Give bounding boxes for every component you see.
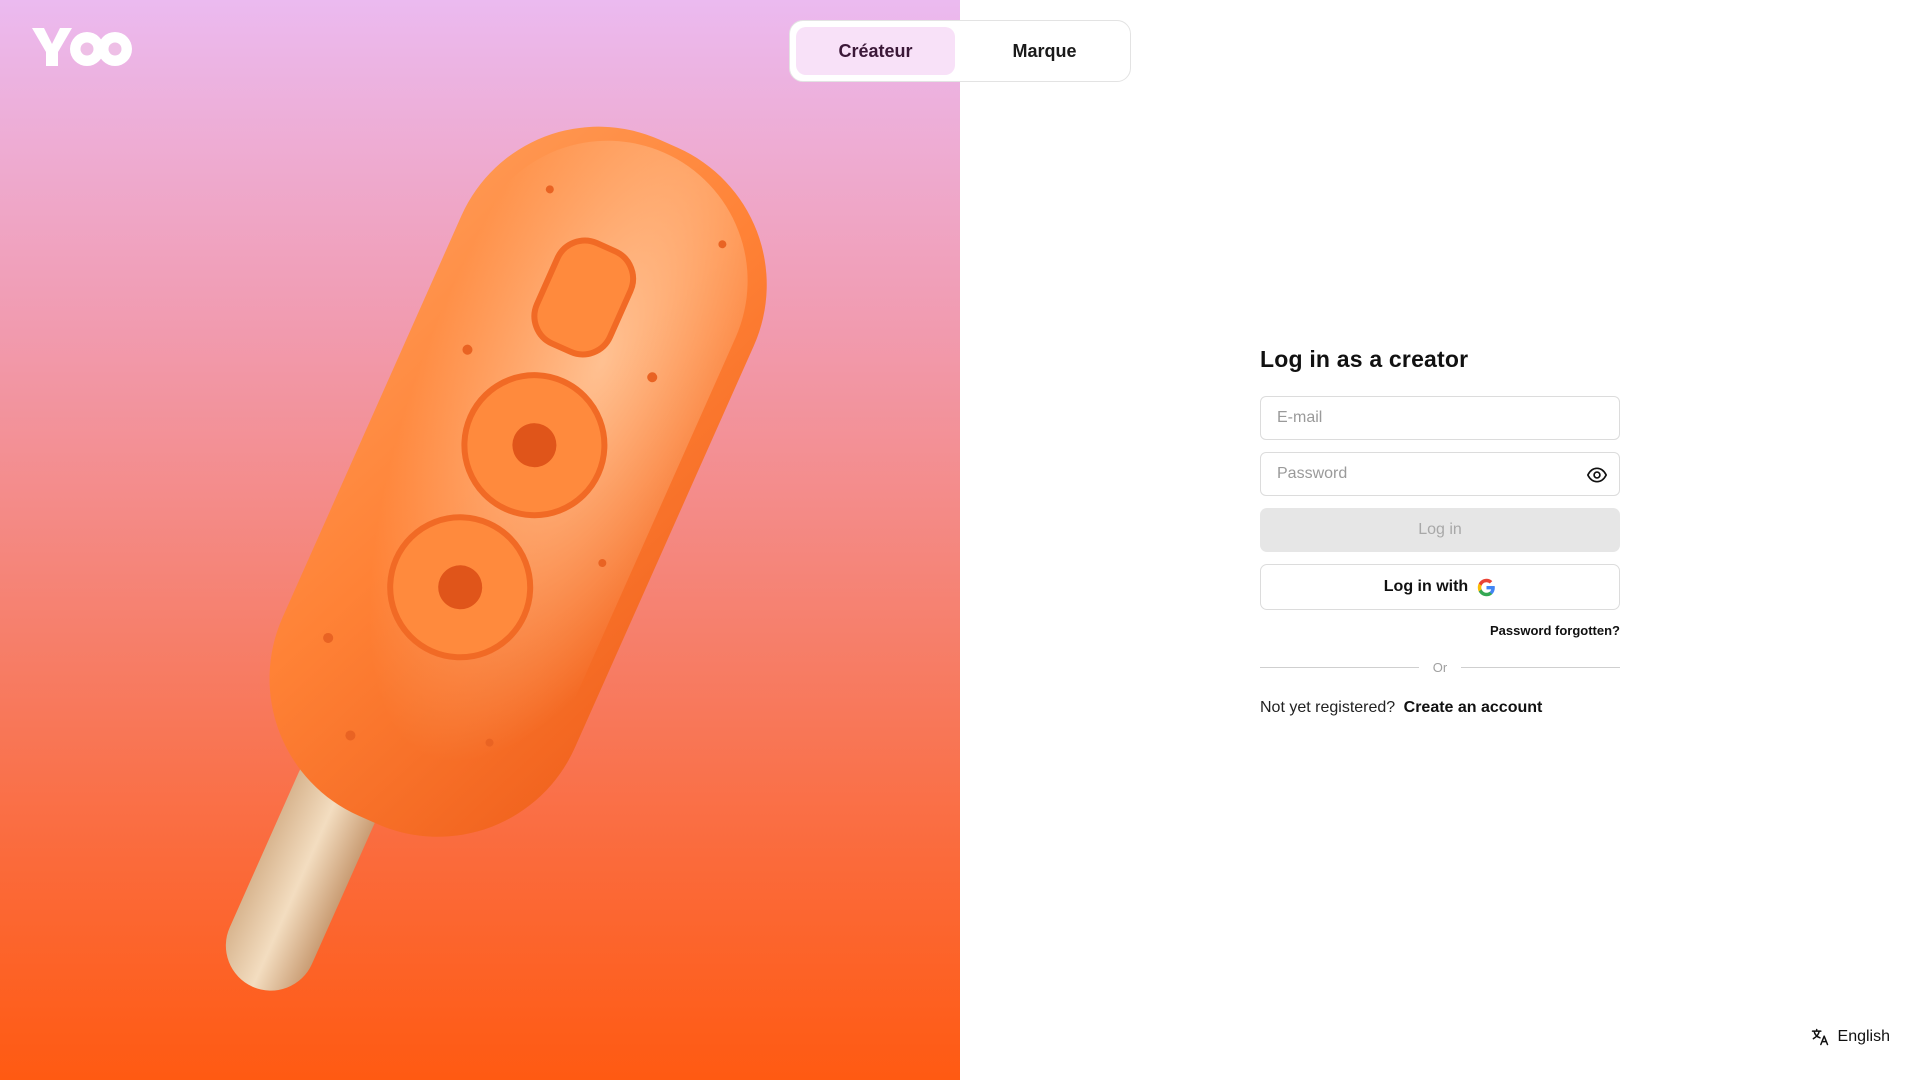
language-label: English — [1837, 1028, 1890, 1045]
language-selector[interactable]: English — [1810, 1027, 1890, 1047]
divider-line — [1260, 667, 1419, 668]
divider-label: Or — [1432, 660, 1448, 675]
translate-icon — [1811, 1028, 1828, 1046]
yoo-logo — [32, 28, 132, 66]
google-login-label: Log in with — [1383, 578, 1469, 595]
create-account-link[interactable]: Create an account — [1404, 699, 1543, 716]
login-form: Log in as a creator Log in Log in with P… — [1260, 346, 1621, 717]
page-title: Log in as a creator — [1260, 346, 1469, 372]
role-switcher: Créateur Marque — [789, 20, 1131, 82]
eye-icon[interactable] — [1587, 465, 1607, 485]
password-field[interactable] — [1261, 453, 1619, 495]
google-login-button[interactable]: Log in with — [1260, 564, 1620, 610]
register-row: Not yet registered? Create an account — [1260, 699, 1620, 717]
tab-marque[interactable]: Marque — [965, 27, 1124, 75]
or-divider: Or — [1260, 660, 1621, 675]
forgot-password-link[interactable]: Password forgotten? — [1260, 623, 1620, 638]
password-field-wrapper — [1260, 452, 1620, 496]
divider-line — [1461, 667, 1621, 668]
tab-createur[interactable]: Créateur — [796, 27, 955, 75]
google-icon — [1477, 578, 1496, 596]
email-field-wrapper — [1260, 396, 1620, 440]
popsicle-illustration — [225, 126, 767, 991]
login-button[interactable]: Log in — [1260, 508, 1620, 552]
email-field[interactable] — [1261, 397, 1619, 439]
hero-panel — [0, 0, 960, 1080]
register-prompt: Not yet registered? — [1260, 699, 1396, 716]
